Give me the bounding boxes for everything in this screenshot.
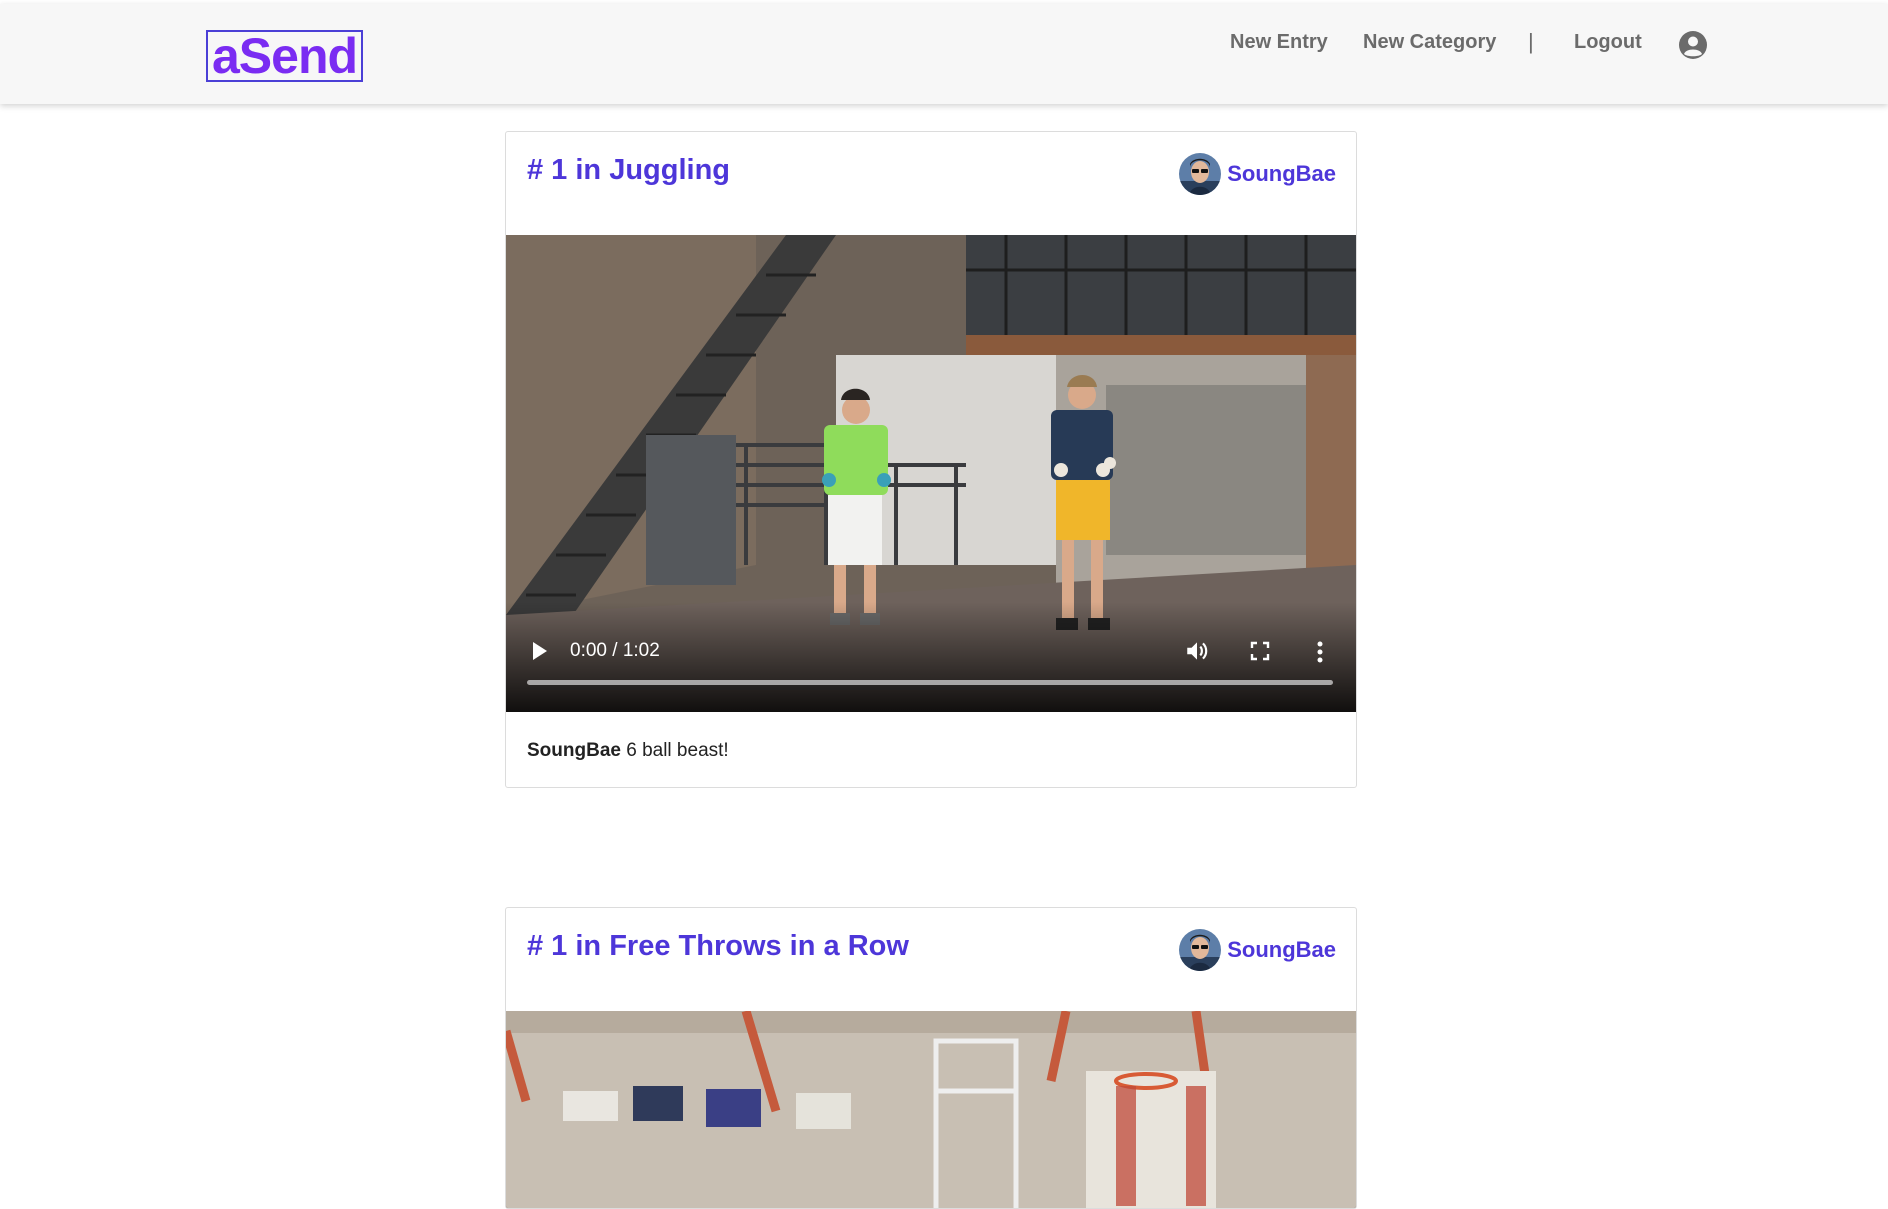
video-progress-bar[interactable] [527,680,1333,685]
video-frame [506,1011,1356,1208]
author-name: SoungBae [1227,937,1336,962]
post-card: # 1 in Juggling SoungBae 0:00 / 1:02 Sou… [505,131,1357,788]
post-caption: SoungBae 6 ball beast! [527,740,729,762]
author-avatar [1179,929,1222,971]
video-player[interactable]: 0:00 / 1:02 [506,235,1356,712]
video-time: 0:00 / 1:02 [570,640,660,661]
post-title[interactable]: # 1 in Juggling [527,154,730,187]
nav-separator: | [1528,29,1534,54]
caption-text: 6 ball beast! [626,740,729,761]
more-options-icon[interactable] [1316,640,1324,664]
author-avatar [1179,153,1222,195]
new-entry-link[interactable]: New Entry [1230,28,1328,56]
caption-author[interactable]: SoungBae [527,740,621,761]
play-icon[interactable] [531,640,549,662]
brand-logo[interactable]: aSend [206,30,364,82]
post-card: # 1 in Free Throws in a Row SoungBae [505,907,1357,1209]
new-category-link[interactable]: New Category [1363,28,1496,56]
author-link[interactable]: SoungBae [1179,152,1336,196]
author-link[interactable]: SoungBae [1179,928,1336,972]
volume-icon[interactable] [1184,638,1210,664]
fullscreen-icon[interactable] [1250,641,1270,661]
video-player[interactable] [506,1011,1356,1208]
user-circle-icon[interactable] [1678,30,1708,60]
logout-link[interactable]: Logout [1574,28,1642,56]
post-title[interactable]: # 1 in Free Throws in a Row [527,930,909,963]
top-navbar: aSend New Entry New Category | Logout [0,4,1888,104]
author-name: SoungBae [1227,161,1336,186]
